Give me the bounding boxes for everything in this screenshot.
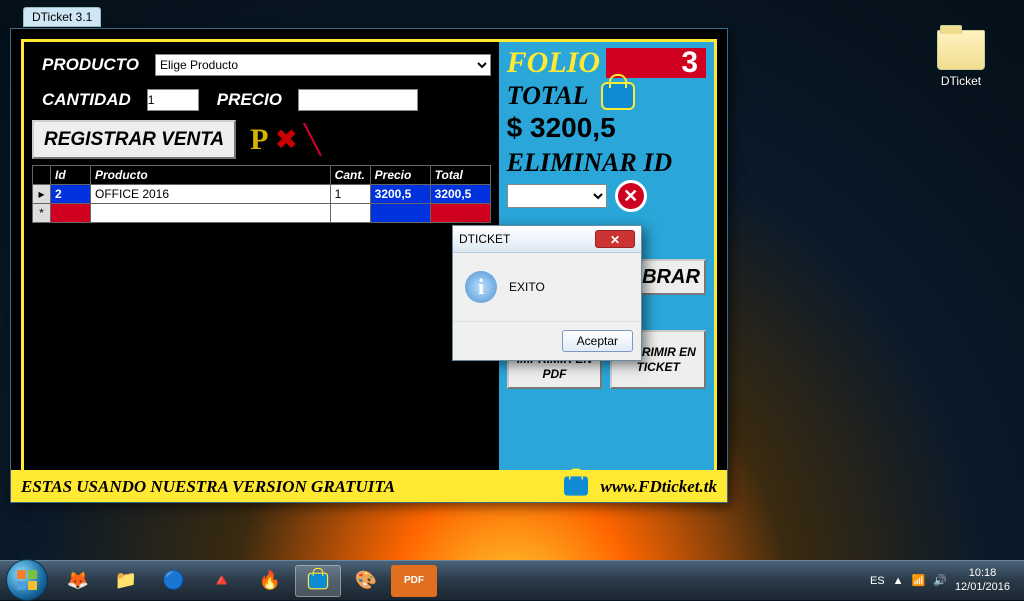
taskbar-paint-icon[interactable]: 🎨 — [343, 565, 389, 597]
col-rowhead — [33, 166, 51, 185]
taskbar-chrome-icon[interactable]: 🔵 — [151, 565, 197, 597]
producto-label: PRODUCTO — [32, 50, 149, 79]
taskbar-explorer-icon[interactable]: 📁 — [103, 565, 149, 597]
total-label: TOTAL — [507, 83, 589, 109]
footer-url[interactable]: www.FDticket.tk — [601, 478, 718, 495]
cantidad-input[interactable] — [147, 89, 199, 111]
basket-icon — [562, 475, 589, 497]
col-total: Total — [430, 166, 490, 185]
folder-label: DTicket — [926, 74, 996, 88]
dialog-close-button[interactable]: ✕ — [595, 230, 635, 248]
system-tray[interactable]: ES ▲ 📶 🔊 10:18 12/01/2016 — [870, 567, 1018, 593]
desktop-folder-dticket[interactable]: DTicket — [926, 30, 996, 88]
start-button[interactable] — [6, 559, 48, 601]
delete-button[interactable]: ✕ — [615, 180, 647, 212]
registrar-venta-button[interactable]: REGISTRAR VENTA — [32, 120, 236, 159]
precio-input[interactable] — [298, 89, 418, 111]
tray-network-icon[interactable]: 📶 — [912, 574, 926, 587]
col-cant: Cant. — [330, 166, 370, 185]
table-row-new[interactable]: * — [33, 204, 491, 223]
info-icon: i — [465, 271, 497, 303]
col-id: Id — [51, 166, 91, 185]
eliminar-id-select[interactable] — [507, 184, 607, 208]
tray-flag-icon[interactable]: ▲ — [893, 575, 904, 587]
dialog-title: DTICKET — [459, 232, 510, 246]
taskbar-firefox-icon[interactable]: 🦊 — [55, 565, 101, 597]
dialog-message: EXITO — [509, 280, 545, 294]
sales-grid[interactable]: Id Producto Cant. Precio Total ▸ 2 OFFIC… — [32, 165, 491, 223]
tray-clock[interactable]: 10:18 12/01/2016 — [955, 567, 1010, 593]
window-title: DTicket 3.1 — [23, 7, 101, 27]
total-value: $ 3200,5 — [507, 114, 706, 142]
cell-id[interactable]: 2 — [51, 185, 91, 204]
eliminar-label: ELIMINAR ID — [507, 150, 706, 176]
taskbar-pdf-icon[interactable]: PDF — [391, 565, 437, 597]
taskbar: 🦊 📁 🔵 🔺 🔥 🎨 PDF ES ▲ 📶 🔊 10:18 12/01/201… — [0, 560, 1024, 600]
col-producto: Producto — [91, 166, 331, 185]
cell-precio[interactable]: 3200,5 — [370, 185, 430, 204]
left-pane: PRODUCTO Elige Producto CANTIDAD PRECIO … — [24, 42, 499, 489]
p-icon[interactable]: P — [250, 125, 268, 155]
footer-left: ESTAS USANDO NUESTRA VERSION GRATUITA — [21, 478, 395, 495]
cell-total[interactable]: 3200,5 — [430, 185, 490, 204]
col-precio: Precio — [370, 166, 430, 185]
taskbar-vlc-icon[interactable]: 🔺 — [199, 565, 245, 597]
dialog-accept-button[interactable]: Aceptar — [562, 330, 633, 352]
tray-volume-icon[interactable]: 🔊 — [933, 574, 947, 587]
basket-icon[interactable] — [601, 82, 635, 110]
taskbar-app-icon[interactable]: 🔥 — [247, 565, 293, 597]
cell-cant[interactable]: 1 — [330, 185, 370, 204]
taskbar-dticket-icon[interactable] — [295, 565, 341, 597]
table-row[interactable]: ▸ 2 OFFICE 2016 1 3200,5 3200,5 — [33, 185, 491, 204]
brush-icon[interactable]: ╲ — [304, 123, 321, 156]
success-dialog: DTICKET ✕ i EXITO Aceptar — [452, 225, 642, 361]
tools-icon[interactable]: ✖ — [275, 123, 298, 156]
cantidad-label: CANTIDAD — [32, 85, 141, 114]
folder-icon — [937, 30, 985, 70]
precio-label: PRECIO — [207, 85, 292, 114]
footer-bar: ESTAS USANDO NUESTRA VERSION GRATUITA ww… — [11, 470, 727, 502]
tray-lang[interactable]: ES — [870, 575, 885, 587]
producto-select[interactable]: Elige Producto — [155, 54, 491, 76]
cell-producto[interactable]: OFFICE 2016 — [91, 185, 331, 204]
folio-label: FOLIO — [507, 48, 600, 78]
row-marker: ▸ — [33, 185, 51, 204]
